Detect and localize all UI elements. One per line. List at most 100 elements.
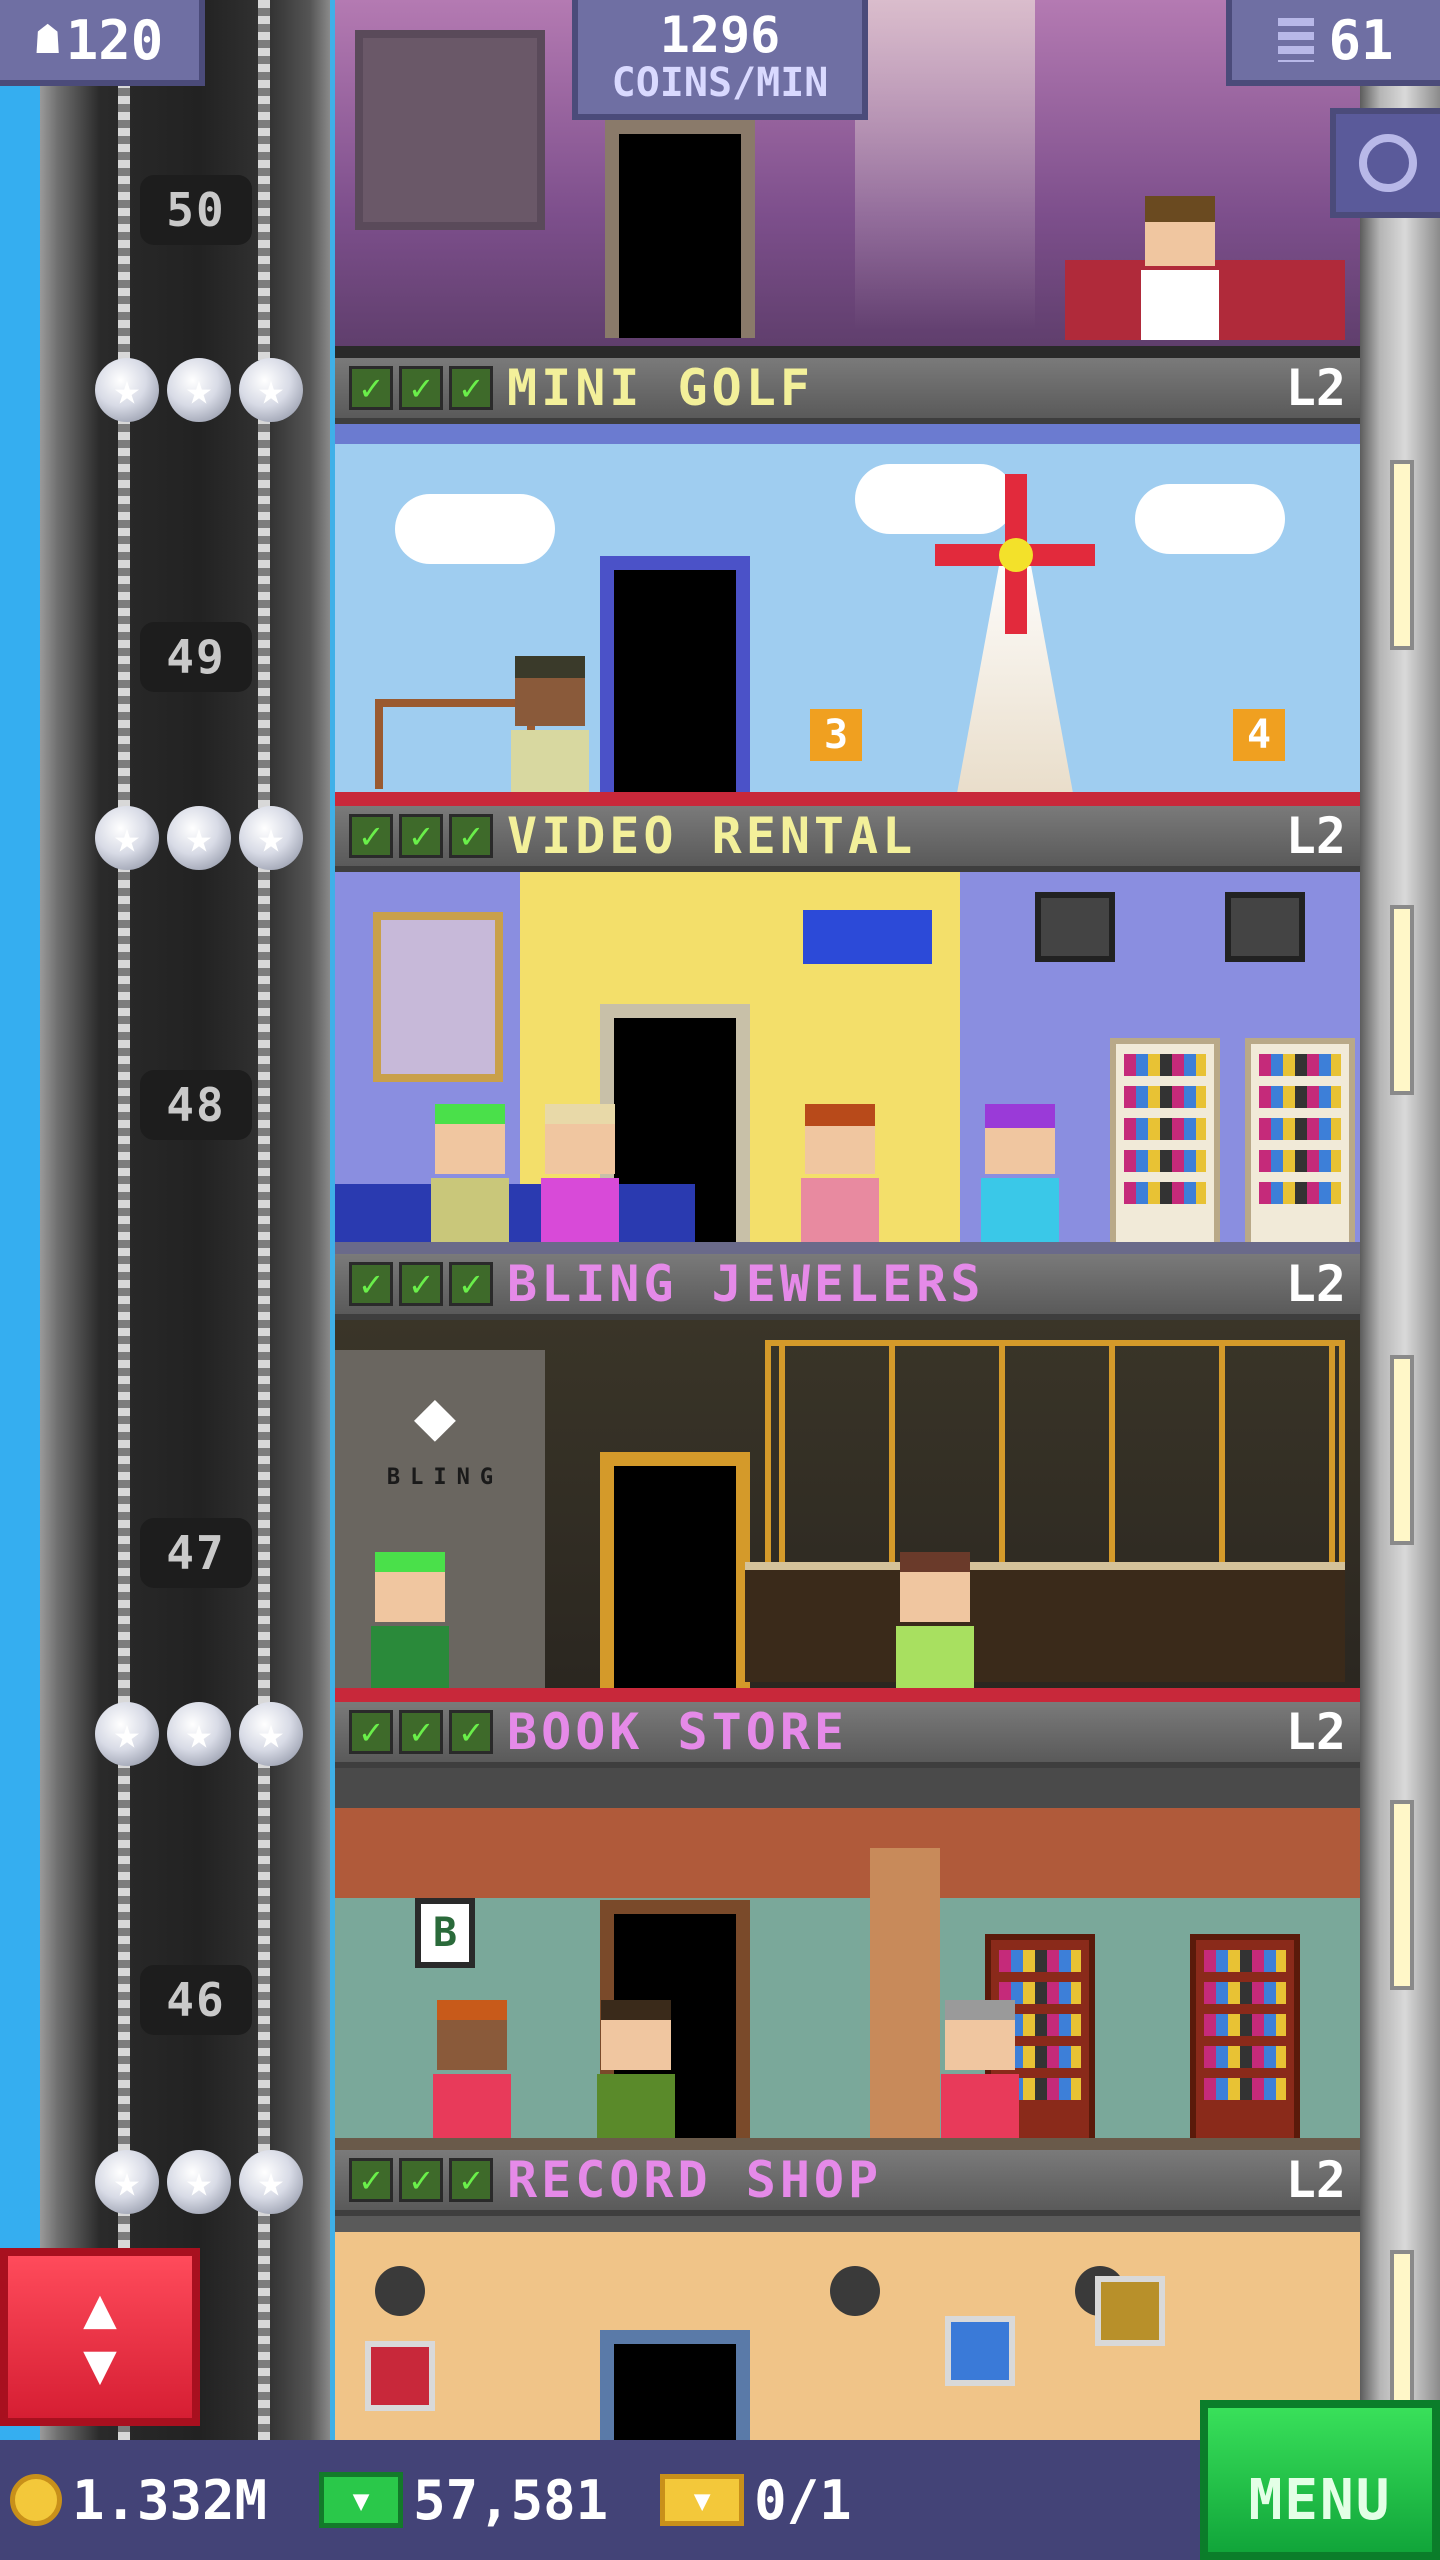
room-interior[interactable]: 3 4: [335, 424, 1360, 806]
spotlight-beam: [855, 0, 1035, 330]
floor-base: [335, 792, 1360, 806]
jeweler-logo-text: BLING: [386, 1465, 504, 1490]
floor-header: ✓ ✓ ✓ VIDEO RENTAL L2: [335, 806, 1360, 872]
floor-level: L2: [1285, 807, 1346, 865]
building-icon: [1278, 18, 1315, 62]
shaft-floor-number: 46: [140, 1965, 252, 2035]
elevator-door[interactable]: [600, 556, 750, 806]
visitor-character[interactable]: [795, 1104, 885, 1248]
wooden-pillar: [870, 1848, 940, 2148]
floor-header: ✓ ✓ ✓ RECORD SHOP L2: [335, 2150, 1360, 2216]
floor-level: L2: [1285, 359, 1346, 417]
album-frame: [945, 2316, 1015, 2386]
visitor-character[interactable]: [890, 1552, 980, 1696]
coins-rate-value: 1296: [659, 6, 781, 64]
elevator-door[interactable]: [600, 2330, 750, 2440]
floors-counter[interactable]: 61: [1226, 0, 1440, 86]
floor-name: BLING JEWELERS: [507, 1255, 985, 1313]
room-interior[interactable]: [335, 872, 1360, 1254]
visitor-character[interactable]: [935, 2000, 1025, 2144]
check-icon: ✓: [349, 2158, 393, 2202]
coins-rate-unit: COINS/MIN: [611, 60, 829, 106]
building-right-wall: [1360, 0, 1440, 2440]
ceiling-trim: [335, 2216, 1360, 2232]
vinyl-record-icon: [830, 2266, 880, 2316]
visitor-character[interactable]: [365, 1552, 455, 1696]
video-shelf: [1110, 1038, 1220, 1248]
shaft-floor-number: 47: [140, 1518, 252, 1588]
hole-sign: 3: [810, 709, 862, 761]
floor-base: [335, 346, 1360, 358]
floor-bling-jewelers[interactable]: ✓ ✓ ✓ BLING JEWELERS L2 ◆ BLING: [335, 1254, 1360, 1702]
check-icon: ✓: [449, 366, 493, 410]
window: [1390, 1355, 1414, 1545]
floors-value: 61: [1328, 8, 1394, 72]
cloud-decor: [1135, 484, 1285, 554]
visitor-character[interactable]: [505, 656, 595, 800]
shaft-floor-number: 48: [140, 1070, 252, 1140]
floor-base: [335, 2138, 1360, 2150]
star-icon: ★: [95, 806, 159, 870]
population-icon: ☗: [35, 17, 60, 63]
floor-level: L2: [1285, 2151, 1346, 2209]
visitor-character[interactable]: [427, 2000, 517, 2144]
shaft-floor-number: 50: [140, 175, 252, 245]
search-button[interactable]: [1330, 108, 1440, 218]
room-interior[interactable]: ◆ BLING: [335, 1320, 1360, 1702]
floor-star-rating: ★ ★ ★: [95, 2150, 303, 2214]
shaft-floor-number: 49: [140, 622, 252, 692]
visitor-character[interactable]: [591, 2000, 681, 2144]
check-icon: ✓: [349, 1710, 393, 1754]
elevator-button[interactable]: ▲ ▼: [0, 2248, 200, 2426]
population-counter[interactable]: ☗ 120: [0, 0, 205, 86]
star-icon: ★: [95, 358, 159, 422]
check-icon: ✓: [399, 2158, 443, 2202]
floor-name: MINI GOLF: [507, 359, 814, 417]
check-icon: ✓: [449, 814, 493, 858]
window: [1390, 1800, 1414, 1990]
room-interior[interactable]: B: [335, 1768, 1360, 2150]
check-icon: ✓: [449, 1262, 493, 1306]
tickets-value: 0/1: [754, 2468, 852, 2532]
floor-header: ✓ ✓ ✓ BOOK STORE L2: [335, 1702, 1360, 1768]
floor-header: ✓ ✓ ✓ BLING JEWELERS L2: [335, 1254, 1360, 1320]
floor-mini-golf[interactable]: ✓ ✓ ✓ MINI GOLF L2 3 4: [335, 358, 1360, 806]
floor-star-rating: ★ ★ ★: [95, 358, 303, 422]
coins-rate-panel[interactable]: 1296 COINS/MIN: [572, 0, 868, 120]
floor-record-shop[interactable]: ✓ ✓ ✓ RECORD SHOP L2: [335, 2150, 1360, 2440]
tv-screen: [1035, 892, 1115, 962]
check-icon: ✓: [349, 1262, 393, 1306]
population-value: 120: [65, 8, 164, 72]
tickets-stat[interactable]: ▼ 0/1: [660, 2469, 852, 2532]
check-icon: ✓: [349, 366, 393, 410]
floor-base: [335, 1688, 1360, 1702]
elevator-door[interactable]: [600, 1452, 750, 1702]
coin-icon: [10, 2474, 62, 2526]
visitor-character[interactable]: [535, 1104, 625, 1248]
movie-poster: [373, 912, 503, 1082]
star-icon: ★: [239, 358, 303, 422]
floor-video-rental[interactable]: ✓ ✓ ✓ VIDEO RENTAL L2: [335, 806, 1360, 1254]
coins-value: 1.332M: [72, 2468, 268, 2532]
coins-stat[interactable]: 1.332M: [10, 2469, 267, 2532]
ceiling-trim: [335, 424, 1360, 444]
windmill-blades-icon: [935, 474, 1095, 634]
floor-star-rating: ★ ★ ★: [95, 1702, 303, 1766]
cloud-decor: [395, 494, 555, 564]
elevator-door[interactable]: [605, 120, 755, 338]
book-shelf: [1190, 1934, 1300, 2144]
album-frame: [365, 2341, 435, 2411]
floor-book-store[interactable]: ✓ ✓ ✓ BOOK STORE L2 B: [335, 1702, 1360, 2150]
visitor-character[interactable]: [425, 1104, 515, 1248]
visitor-character[interactable]: [1135, 196, 1225, 340]
diamond-icon: ◆: [413, 1374, 457, 1456]
arrow-down-icon: ▼: [83, 2332, 117, 2397]
star-icon: ★: [167, 1702, 231, 1766]
hole-sign: 4: [1233, 709, 1285, 761]
bux-stat[interactable]: ▼ 57,581: [319, 2469, 608, 2532]
window: [1390, 905, 1414, 1095]
visitor-character[interactable]: [975, 1104, 1065, 1248]
menu-button[interactable]: MENU: [1200, 2400, 1440, 2560]
check-icon: ✓: [399, 1710, 443, 1754]
window: [1390, 460, 1414, 650]
